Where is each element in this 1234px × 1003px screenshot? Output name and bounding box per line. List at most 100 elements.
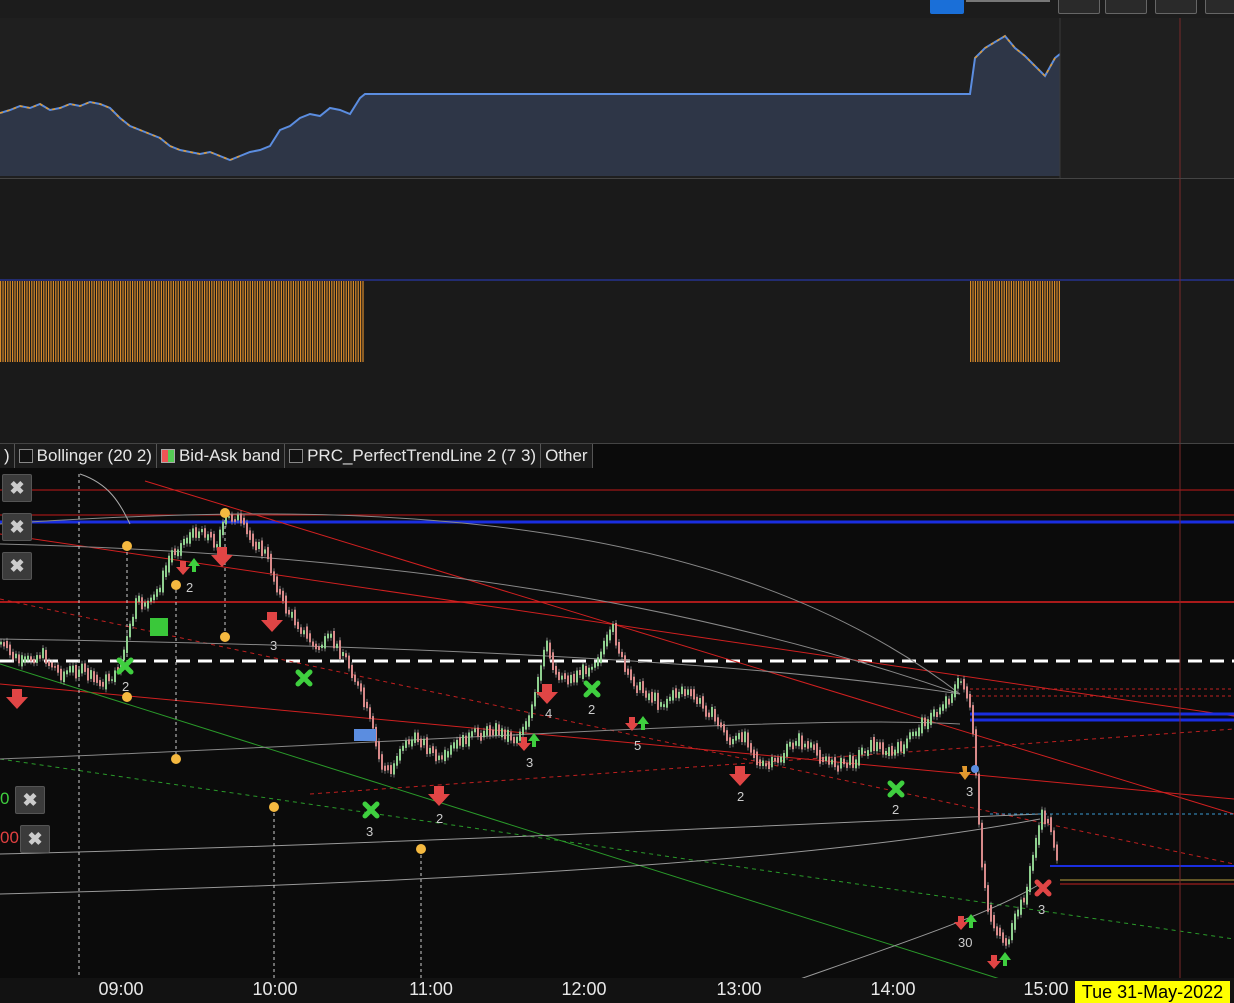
legend-item-trendline[interactable]: PRC_PerfectTrendLine 2 (7 3)	[285, 444, 542, 468]
candle-body	[618, 642, 620, 654]
x-tick-1100: 11:00	[409, 979, 453, 999]
candle-body	[387, 765, 389, 771]
histogram-bar	[177, 281, 179, 362]
x-tick-0900: 09:00	[98, 979, 144, 999]
candle-body	[324, 636, 326, 649]
histogram-bar	[314, 281, 316, 362]
histogram-bar	[72, 281, 74, 362]
legend-item-other[interactable]: Other	[541, 444, 593, 468]
histogram-pane[interactable]	[0, 178, 1234, 444]
histogram-bar	[223, 281, 225, 362]
price-line-pane[interactable]	[0, 18, 1234, 178]
histogram-bar	[122, 281, 124, 362]
candle-body	[561, 675, 563, 680]
histogram-bar	[84, 281, 86, 362]
candle-body	[516, 736, 518, 744]
candle-body	[942, 704, 944, 711]
main-chart-pane[interactable]: 2 2 3 3 2 4 2 3 5 2 2 3 30 3	[0, 443, 1234, 979]
histogram-bar	[117, 281, 119, 362]
candle-body	[264, 549, 266, 554]
window-layout-icon-4[interactable]	[1205, 0, 1234, 14]
candle-body	[981, 822, 983, 868]
window-layout-icon-1[interactable]	[1058, 0, 1100, 14]
candle-body	[663, 704, 665, 708]
candle-body	[195, 527, 197, 538]
signal-label-11: 2	[892, 802, 899, 817]
histogram-bar	[7, 281, 9, 362]
candle-body	[312, 641, 314, 647]
histogram-bar	[290, 281, 292, 362]
candle-body	[30, 656, 32, 662]
candle-body	[285, 595, 287, 614]
histogram-bar	[12, 281, 14, 362]
histogram-bar	[81, 281, 83, 362]
close-indicator-button-3[interactable]: ✖	[2, 552, 32, 580]
candle-body	[474, 728, 476, 733]
close-indicator-button-4[interactable]: ✖	[15, 786, 45, 814]
histogram-bar	[302, 281, 304, 362]
histogram-bar	[338, 281, 340, 362]
candle-body	[246, 522, 248, 535]
candle-body	[840, 757, 842, 769]
candle-body	[426, 737, 428, 755]
candle-body	[342, 652, 344, 656]
histogram-bar	[979, 281, 981, 362]
candle-body	[759, 759, 761, 767]
legend-checkbox-bollinger[interactable]	[18, 449, 33, 463]
candle-body	[51, 662, 53, 668]
candle-body	[114, 670, 116, 683]
legend-item-bid-ask[interactable]: Bid-Ask band	[156, 444, 286, 468]
candle-body	[903, 744, 905, 754]
histogram-bar	[249, 281, 251, 362]
candle-body	[699, 698, 701, 704]
candle-body	[84, 663, 86, 672]
candle-body	[258, 542, 260, 549]
window-layout-icon-2[interactable]	[1105, 0, 1147, 14]
signal-label-1: 2	[122, 679, 129, 694]
signal-label-7: 2	[588, 702, 595, 717]
candle-body	[462, 735, 464, 747]
legend-checkbox-bid-ask[interactable]	[160, 449, 175, 463]
legend-item-0[interactable]: )	[0, 444, 15, 468]
histogram-bar	[1022, 281, 1024, 362]
candle-body	[291, 611, 293, 618]
gray-arc-top	[79, 473, 131, 525]
legend-item-bollinger[interactable]: Bollinger (20 2)	[14, 444, 157, 468]
candle-body	[183, 538, 185, 545]
candle-body	[933, 709, 935, 717]
histogram-bar	[199, 281, 201, 362]
histogram-bar	[316, 281, 318, 362]
candle-body	[234, 519, 236, 522]
close-indicator-button-1[interactable]: ✖	[2, 474, 32, 502]
candle-body	[480, 732, 482, 741]
candle-body	[87, 668, 89, 681]
histogram-bar	[112, 281, 114, 362]
candle-body	[282, 590, 284, 601]
candle-body	[657, 692, 659, 710]
signal-label-6: 4	[545, 706, 552, 721]
candle-body	[723, 724, 725, 733]
candle-body	[90, 670, 92, 679]
candle-body	[408, 739, 410, 745]
close-indicator-button-5[interactable]: ✖	[20, 825, 50, 853]
candle-body	[381, 754, 383, 770]
legend-checkbox-trendline[interactable]	[289, 449, 304, 463]
candle-body	[558, 671, 560, 681]
close-indicator-button-2[interactable]: ✖	[2, 513, 32, 541]
candle-body	[528, 715, 530, 727]
histogram-bar	[98, 281, 100, 362]
histogram-bar	[352, 281, 354, 362]
candle-body	[243, 517, 245, 525]
candle-body	[69, 666, 71, 673]
signal-label-3: 3	[270, 638, 277, 653]
window-layout-icon-3[interactable]	[1155, 0, 1197, 14]
candle-body	[939, 707, 941, 715]
histogram-bar	[19, 281, 21, 362]
blue-tool-icon[interactable]	[930, 0, 964, 14]
candle-body	[573, 673, 575, 683]
candle-body	[165, 565, 167, 577]
histogram-bar	[254, 281, 256, 362]
candle-body	[378, 741, 380, 760]
candle-body	[726, 730, 728, 741]
close-icon: ✖	[22, 790, 38, 810]
